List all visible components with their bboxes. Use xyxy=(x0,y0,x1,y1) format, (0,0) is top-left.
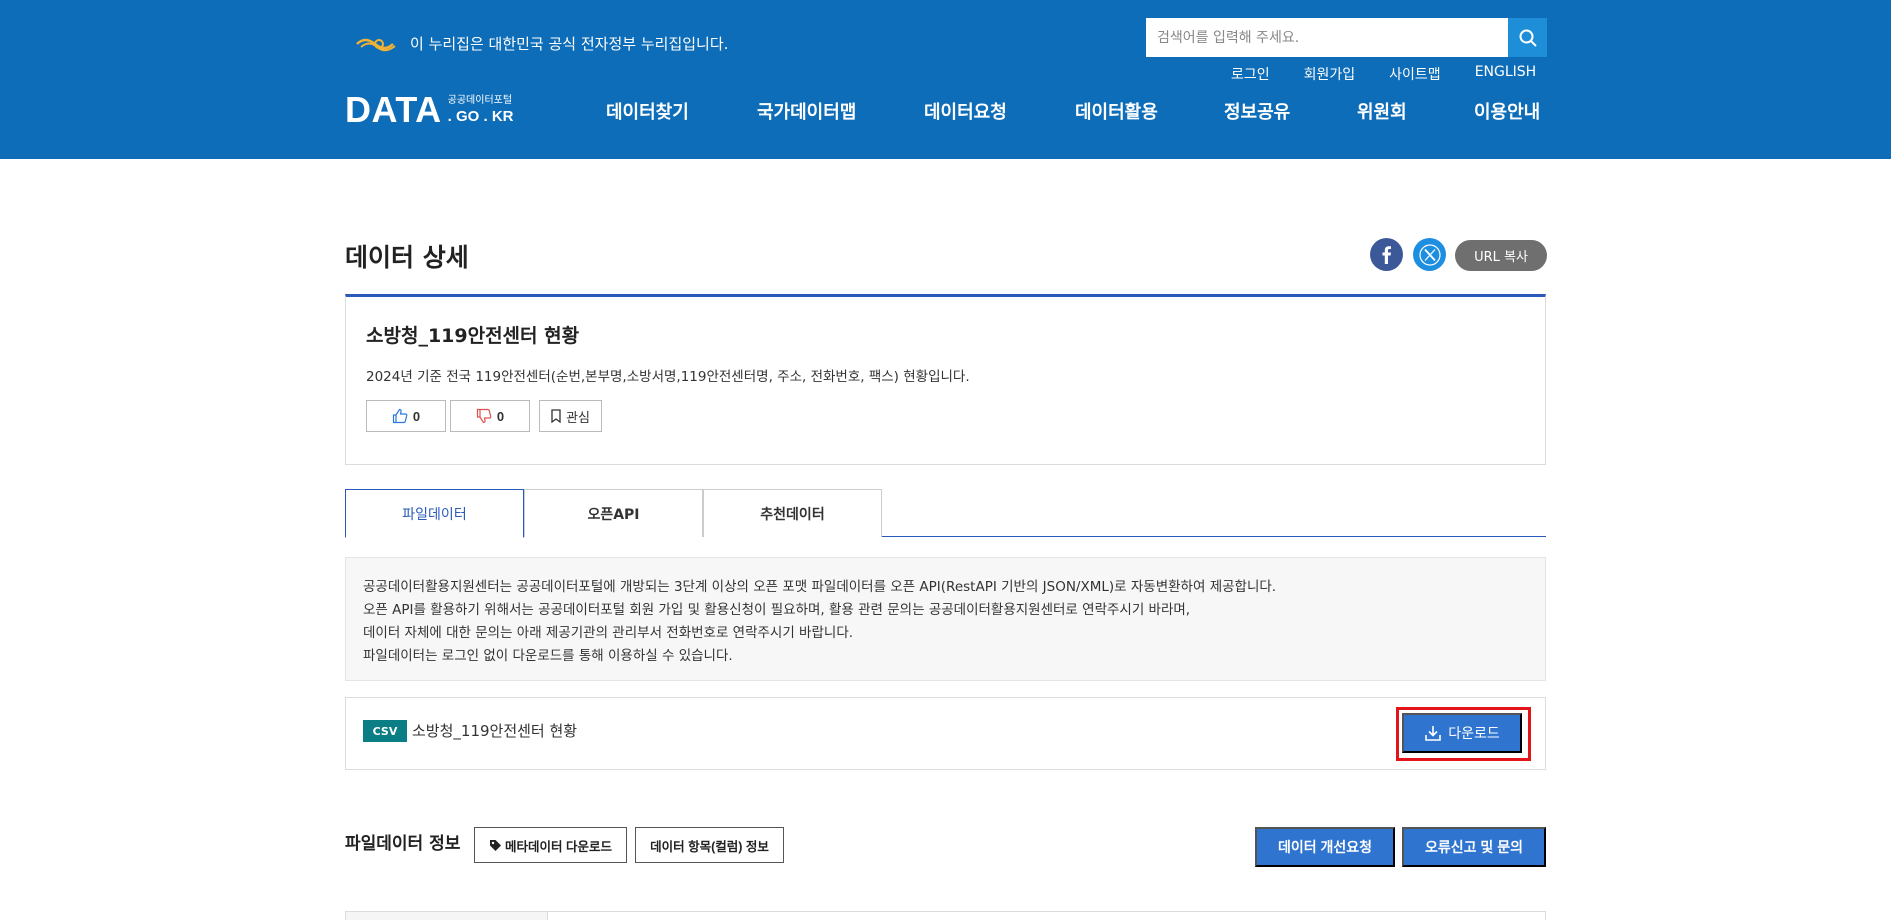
data-tabs: 파일데이터 오픈API 추천데이터 xyxy=(345,489,1546,538)
search-icon xyxy=(1519,29,1537,47)
notice-line: 오픈 API를 활용하기 위해서는 공공데이터포털 회원 가입 및 활용신청이 … xyxy=(363,602,1191,618)
gov-notice: 이 누리집은 대한민국 공식 전자정부 누리집입니다. xyxy=(410,35,729,53)
nav-data-search[interactable]: 데이터찾기 xyxy=(606,98,689,124)
tab-open-api[interactable]: 오픈API xyxy=(524,489,703,537)
utility-links: 로그인 회원가입 사이트맵 ENGLISH xyxy=(1231,64,1536,84)
bookmark-icon xyxy=(551,409,561,423)
dataset-summary: 소방청_119안전센터 현황 2024년 기준 전국 119안전센터(순번,본부… xyxy=(345,294,1546,465)
bookmark-button[interactable]: 관심 xyxy=(539,400,602,432)
x-share-button[interactable] xyxy=(1413,238,1446,271)
nav-data-request[interactable]: 데이터요청 xyxy=(924,98,1007,124)
search-button[interactable] xyxy=(1508,18,1547,57)
table-header-cell xyxy=(346,912,548,920)
notice-box: 공공데이터활용지원센터는 공공데이터포털에 개방되는 3단계 이상의 오픈 포맷… xyxy=(345,557,1546,681)
like-button[interactable]: 0 xyxy=(366,400,446,432)
file-info-title: 파일데이터 정보 xyxy=(345,834,461,854)
logo-sub-text: 공공데이터포털 xyxy=(447,95,513,106)
column-info-button[interactable]: 데이터 항목(컬럼) 정보 xyxy=(635,827,784,863)
facebook-icon xyxy=(1382,245,1391,264)
site-header: 이 누리집은 대한민국 공식 전자정부 누리집입니다. 로그인 회원가입 사이트… xyxy=(0,0,1891,159)
logo-main-text: DATA xyxy=(345,89,442,130)
nav-guide[interactable]: 이용안내 xyxy=(1474,98,1540,124)
page-title: 데이터 상세 xyxy=(345,243,469,272)
thumbs-up-icon xyxy=(392,408,408,424)
site-logo[interactable]: DATA 공공데이터포털 . GO . KR xyxy=(345,89,514,130)
search-input[interactable] xyxy=(1146,18,1508,57)
file-name: 소방청_119안전센터 현황 xyxy=(412,722,578,740)
tab-file-data[interactable]: 파일데이터 xyxy=(345,489,524,538)
file-format-badge: CSV xyxy=(363,720,407,742)
login-link[interactable]: 로그인 xyxy=(1231,64,1270,84)
english-link[interactable]: ENGLISH xyxy=(1475,64,1537,84)
dislike-button[interactable]: 0 xyxy=(450,400,530,432)
x-icon xyxy=(1418,243,1441,266)
url-copy-button[interactable]: URL 복사 xyxy=(1455,240,1547,271)
nav-data-usage[interactable]: 데이터활용 xyxy=(1075,98,1158,124)
file-info-table xyxy=(345,911,1546,920)
government-emblem-icon xyxy=(356,38,396,52)
dataset-title: 소방청_119안전센터 현황 xyxy=(366,325,580,347)
nav-committee[interactable]: 위원회 xyxy=(1357,98,1407,124)
download-label: 다운로드 xyxy=(1448,725,1500,741)
logo-domain-text: . GO . KR xyxy=(447,108,514,125)
signup-link[interactable]: 회원가입 xyxy=(1304,64,1356,84)
metadata-download-button[interactable]: 메타데이터 다운로드 xyxy=(474,827,627,863)
tab-recommended-data[interactable]: 추천데이터 xyxy=(703,489,882,537)
file-row: CSV 소방청_119안전센터 현황 xyxy=(345,697,1546,770)
download-icon xyxy=(1425,726,1442,741)
notice-line: 데이터 자체에 대한 문의는 아래 제공기관의 관리부서 전화번호로 연락주시기… xyxy=(363,625,854,641)
nav-national-data-map[interactable]: 국가데이터맵 xyxy=(757,98,856,124)
nav-info-sharing[interactable]: 정보공유 xyxy=(1224,98,1290,124)
search-box xyxy=(1146,18,1547,57)
download-button[interactable]: 다운로드 xyxy=(1402,713,1522,753)
improve-request-button[interactable]: 데이터 개선요청 xyxy=(1255,827,1395,867)
facebook-share-button[interactable] xyxy=(1370,238,1403,271)
like-count: 0 xyxy=(412,408,421,424)
sitemap-link[interactable]: 사이트맵 xyxy=(1389,64,1441,84)
bookmark-label: 관심 xyxy=(566,409,590,425)
thumbs-down-icon xyxy=(476,408,492,424)
notice-line: 공공데이터활용지원센터는 공공데이터포털에 개방되는 3단계 이상의 오픈 포맷… xyxy=(363,579,1277,595)
dislike-count: 0 xyxy=(496,408,505,424)
metadata-download-label: 메타데이터 다운로드 xyxy=(505,839,612,854)
error-report-button[interactable]: 오류신고 및 문의 xyxy=(1402,827,1546,867)
notice-line: 파일데이터는 로그인 없이 다운로드를 통해 이용하실 수 있습니다. xyxy=(363,648,733,664)
tag-icon xyxy=(490,839,501,851)
dataset-description: 2024년 기준 전국 119안전센터(순번,본부명,소방서명,119안전센터명… xyxy=(366,369,970,385)
